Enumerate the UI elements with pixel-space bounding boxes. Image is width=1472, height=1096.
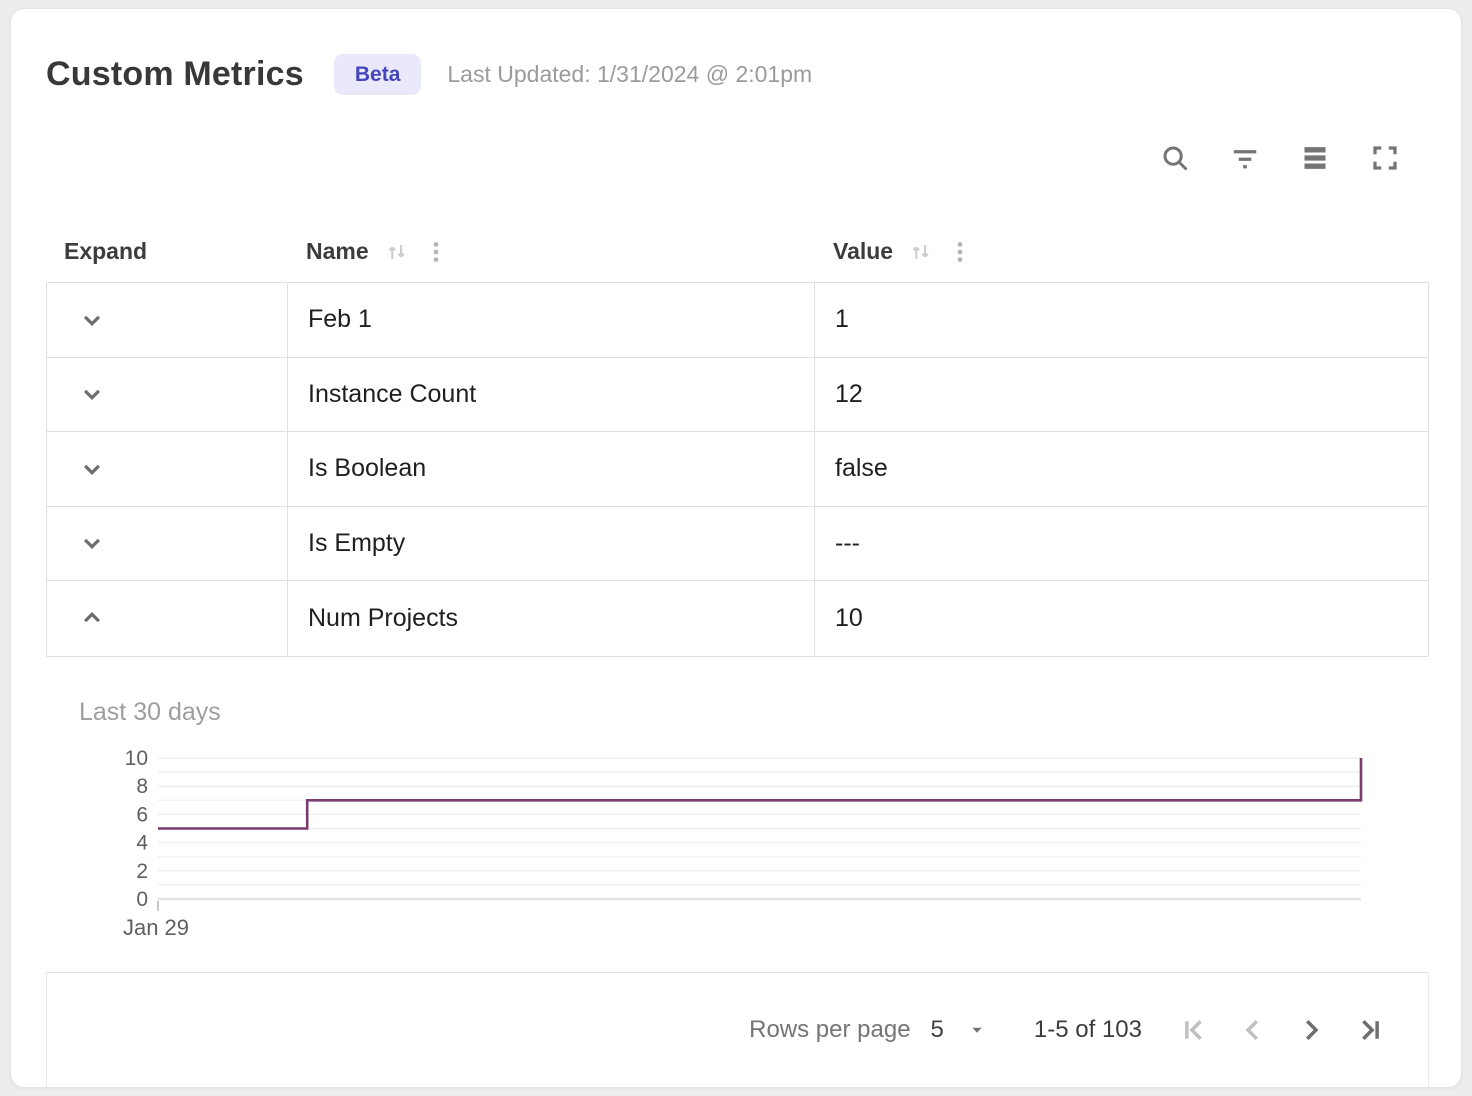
rows-per-page-label: Rows per page bbox=[749, 1016, 910, 1044]
chevron-down-icon bbox=[966, 1019, 988, 1041]
table-row: Num Projects 10 bbox=[47, 581, 1428, 656]
svg-text:0: 0 bbox=[136, 888, 148, 911]
expand-cell bbox=[47, 283, 287, 357]
custom-metrics-card: Custom Metrics Beta Last Updated: 1/31/2… bbox=[10, 8, 1462, 1088]
expand-cell bbox=[47, 432, 287, 506]
svg-text:6: 6 bbox=[136, 803, 148, 826]
expanded-row-detail: Last 30 days 0 2 4 6 8 10 Jan 29 bbox=[46, 698, 1429, 940]
fullscreen-icon[interactable] bbox=[1369, 142, 1401, 174]
name-cell: Is Empty bbox=[287, 507, 814, 581]
sparkline-chart: 0 2 4 6 8 10 Jan 29 bbox=[46, 748, 1429, 940]
pagination-controls bbox=[1166, 1010, 1398, 1050]
page-title: Custom Metrics bbox=[46, 55, 304, 94]
table-header-row: Expand Name Value bbox=[46, 221, 1429, 282]
name-cell: Num Projects bbox=[287, 581, 814, 656]
sort-icon[interactable] bbox=[383, 238, 411, 266]
header: Custom Metrics Beta Last Updated: 1/31/2… bbox=[46, 49, 1429, 99]
next-page-icon[interactable] bbox=[1282, 1010, 1340, 1050]
chevron-up-icon[interactable] bbox=[77, 603, 107, 633]
last-page-icon[interactable] bbox=[1340, 1010, 1398, 1050]
table-body: Feb 1 1 Instance Count 12 Is Boolean fal… bbox=[46, 282, 1429, 657]
filter-icon[interactable] bbox=[1229, 142, 1261, 174]
column-label: Expand bbox=[64, 238, 147, 265]
value-cell: --- bbox=[814, 507, 1428, 581]
expand-cell bbox=[47, 581, 287, 656]
column-header-name[interactable]: Name bbox=[286, 237, 813, 267]
table-row: Is Empty --- bbox=[47, 507, 1428, 582]
expand-cell bbox=[47, 507, 287, 581]
rows-per-page-value: 5 bbox=[931, 1016, 944, 1044]
last-updated-text: Last Updated: 1/31/2024 @ 2:01pm bbox=[447, 61, 812, 88]
value-cell: 1 bbox=[814, 283, 1428, 357]
chevron-down-icon[interactable] bbox=[77, 454, 107, 484]
svg-text:10: 10 bbox=[125, 748, 148, 770]
beta-badge: Beta bbox=[334, 54, 422, 95]
name-cell: Is Boolean bbox=[287, 432, 814, 506]
first-page-icon[interactable] bbox=[1166, 1010, 1224, 1050]
value-cell: 10 bbox=[814, 581, 1428, 656]
svg-text:2: 2 bbox=[136, 859, 148, 882]
table-row: Instance Count 12 bbox=[47, 358, 1428, 433]
table-footer: Rows per page 5 1-5 of 103 bbox=[46, 972, 1429, 1087]
column-header-expand: Expand bbox=[46, 238, 286, 265]
value-cell: false bbox=[814, 432, 1428, 506]
table-row: Feb 1 1 bbox=[47, 283, 1428, 358]
chevron-down-icon[interactable] bbox=[77, 379, 107, 409]
density-icon[interactable] bbox=[1299, 142, 1331, 174]
column-label: Value bbox=[833, 238, 893, 265]
prev-page-icon[interactable] bbox=[1224, 1010, 1282, 1050]
search-icon[interactable] bbox=[1159, 142, 1191, 174]
svg-text:Jan 29: Jan 29 bbox=[123, 915, 189, 940]
table-row: Is Boolean false bbox=[47, 432, 1428, 507]
svg-text:4: 4 bbox=[136, 831, 148, 854]
column-header-value[interactable]: Value bbox=[813, 237, 1429, 267]
chevron-down-icon[interactable] bbox=[77, 528, 107, 558]
chart-title: Last 30 days bbox=[46, 698, 1429, 727]
pagination-range-label: 1-5 of 103 bbox=[1034, 1016, 1142, 1044]
grid-toolbar bbox=[46, 142, 1429, 174]
sort-icon[interactable] bbox=[907, 238, 935, 266]
column-label: Name bbox=[306, 238, 369, 265]
svg-text:8: 8 bbox=[136, 775, 148, 798]
name-cell: Instance Count bbox=[287, 358, 814, 432]
value-cell: 12 bbox=[814, 358, 1428, 432]
column-menu-icon[interactable] bbox=[423, 237, 449, 267]
chevron-down-icon[interactable] bbox=[77, 305, 107, 335]
name-cell: Feb 1 bbox=[287, 283, 814, 357]
rows-per-page-select[interactable]: 5 bbox=[931, 1016, 988, 1044]
column-menu-icon[interactable] bbox=[947, 237, 973, 267]
expand-cell bbox=[47, 358, 287, 432]
